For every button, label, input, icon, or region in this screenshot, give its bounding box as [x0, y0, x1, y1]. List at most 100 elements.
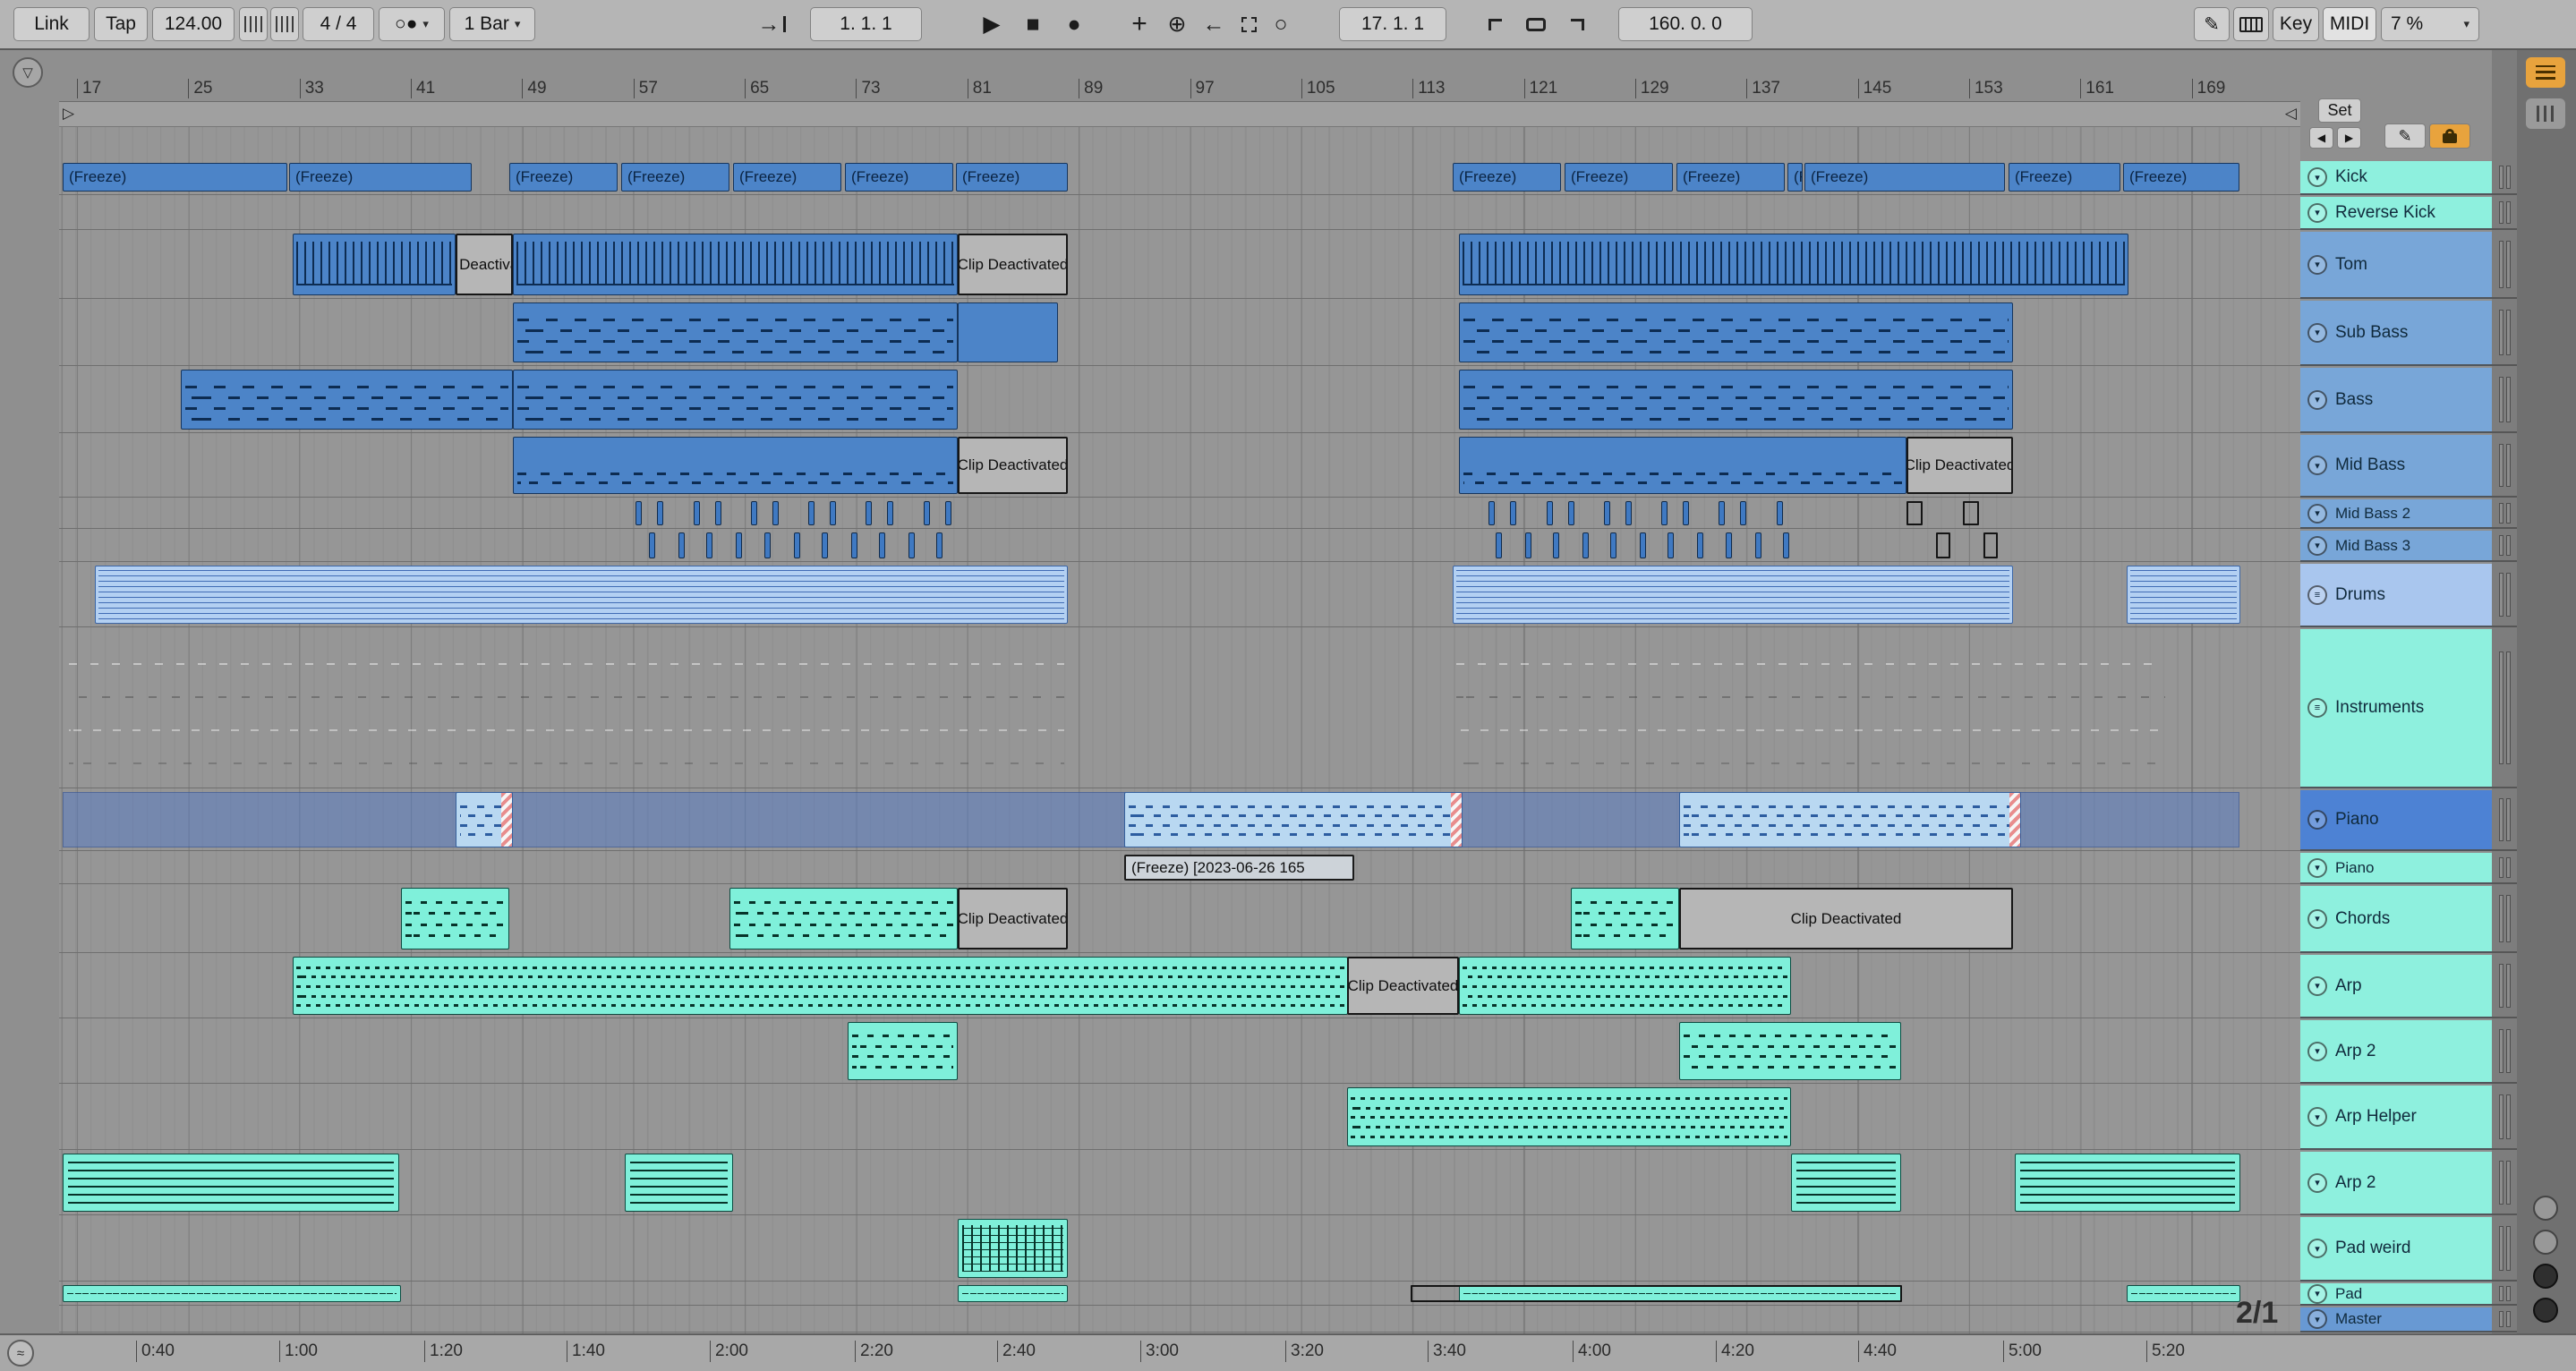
track-lane[interactable]: Clip Deactivated Clip Deactivated [59, 886, 2300, 953]
clip[interactable] [2015, 1154, 2240, 1212]
clip[interactable] [513, 437, 958, 494]
fold-track-icon[interactable]: ▾ [2307, 322, 2327, 343]
clip[interactable] [694, 501, 700, 525]
arrangement-position-field[interactable]: 1. 1. 1 [810, 7, 922, 41]
fold-track-icon[interactable]: ▾ [2307, 1172, 2327, 1193]
clip[interactable]: (Freeze) [63, 163, 287, 192]
clip[interactable] [1582, 532, 1589, 558]
clip[interactable] [635, 501, 642, 525]
scroll-left-icon[interactable]: ▷ [63, 105, 74, 123]
track-lane[interactable] [59, 564, 2300, 627]
track-header[interactable]: ▾ Mid Bass 2 [2300, 499, 2492, 529]
track-header[interactable]: ▾ Pad [2300, 1283, 2492, 1306]
punch-out-button[interactable] [1559, 7, 1595, 41]
clip[interactable]: (Freeze) [1453, 163, 1561, 192]
group-fold-icon[interactable]: ≡ [2307, 698, 2327, 718]
track-header[interactable]: ▾ Pad weird [2300, 1217, 2492, 1282]
clip[interactable] [63, 1285, 401, 1302]
clip[interactable]: Clip Deactivated [958, 234, 1068, 295]
loop-button[interactable] [1516, 7, 1556, 41]
clip[interactable] [513, 370, 958, 430]
clip[interactable] [1936, 532, 1950, 558]
toggle-button-4[interactable] [2533, 1298, 2558, 1323]
clip[interactable] [808, 501, 815, 525]
track-lane[interactable] [59, 368, 2300, 433]
clip[interactable] [1453, 631, 2169, 785]
clip[interactable] [851, 532, 857, 558]
toggle-button-3[interactable] [2533, 1264, 2558, 1289]
track-lane[interactable]: Clip Deactivated [59, 955, 2300, 1018]
track-lane[interactable] [59, 531, 2300, 562]
clip[interactable] [1983, 532, 1998, 558]
clip[interactable] [625, 1154, 733, 1212]
link-button[interactable]: Link [13, 7, 90, 41]
clip[interactable] [63, 1154, 399, 1212]
clip[interactable] [958, 1219, 1068, 1278]
clip[interactable] [1668, 532, 1674, 558]
warp-toggle-button[interactable]: ≈ [7, 1340, 34, 1367]
clip[interactable] [879, 532, 885, 558]
track-lane[interactable] [59, 1020, 2300, 1084]
computer-midi-keyboard-button[interactable] [2233, 7, 2269, 41]
clip[interactable]: (Freeze) [956, 163, 1068, 192]
clip[interactable] [830, 501, 836, 525]
clip[interactable] [1459, 234, 2128, 295]
clip[interactable] [1740, 501, 1746, 525]
fold-track-icon[interactable]: ▾ [2307, 1283, 2327, 1304]
track-lane[interactable]: Clip Deactivated Clip Deactivated [59, 232, 2300, 299]
nudge-down-button[interactable] [239, 7, 268, 41]
key-map-button[interactable]: Key [2273, 7, 2319, 41]
fold-track-icon[interactable]: ▾ [2307, 254, 2327, 275]
fold-track-icon[interactable]: ▾ [2307, 1107, 2327, 1127]
clip[interactable] [293, 234, 456, 295]
clip[interactable] [936, 532, 943, 558]
track-lane[interactable] [59, 1086, 2300, 1150]
midi-map-button[interactable]: MIDI [2323, 7, 2376, 41]
draw-mode-button[interactable]: ✎ [2194, 7, 2230, 41]
clip[interactable] [1124, 792, 1463, 847]
fold-track-icon[interactable]: ▾ [2307, 857, 2327, 878]
track-lane[interactable] [59, 790, 2300, 851]
clip[interactable]: (Freeze) [2123, 163, 2239, 192]
quantize-menu[interactable]: 1 Bar ▾ [449, 7, 535, 41]
clip[interactable] [729, 888, 958, 949]
metronome-button[interactable]: ○● ▾ [379, 7, 445, 41]
punch-in-button[interactable] [1477, 7, 1513, 41]
track-header[interactable]: ▾ Tom [2300, 232, 2492, 299]
clip[interactable] [1726, 532, 1732, 558]
clip[interactable] [715, 501, 721, 525]
track-lane[interactable] [59, 1307, 2300, 1333]
capture-midi-button[interactable]: ○ [1266, 7, 1296, 41]
clip[interactable] [1525, 532, 1531, 558]
play-button[interactable]: ▶ [976, 7, 1008, 41]
clip[interactable] [1610, 532, 1616, 558]
clip[interactable] [1791, 1154, 1901, 1212]
fold-track-icon[interactable]: ▾ [2307, 810, 2327, 830]
track-header[interactable]: ▾ Mid Bass 3 [2300, 531, 2492, 562]
clip[interactable]: (Freeze) [509, 163, 618, 192]
beat-time-ruler[interactable]: 17 25 33 41 49 57 65 73 81 89 97 105 113 121 129 137 145… [59, 75, 2300, 102]
track-lane[interactable] [59, 499, 2300, 529]
fold-track-icon[interactable]: ▾ [2307, 908, 2327, 929]
clip[interactable] [1679, 792, 2021, 847]
re-enable-automation-button[interactable] [1233, 7, 1264, 41]
overdub-button[interactable]: ⊕ [1160, 7, 1194, 41]
set-button[interactable]: Set [2318, 98, 2361, 123]
fold-track-icon[interactable]: ▾ [2307, 389, 2327, 410]
clip[interactable]: (Freeze) [733, 163, 841, 192]
clip[interactable] [1755, 532, 1761, 558]
clip[interactable] [1453, 566, 2013, 624]
clip[interactable]: Clip Deactivated [456, 234, 513, 295]
prev-button[interactable]: ◀ [2309, 127, 2333, 149]
clip[interactable] [1571, 888, 1679, 949]
clip[interactable]: (Freeze) [1676, 163, 1785, 192]
fold-track-icon[interactable]: ▾ [2307, 167, 2327, 187]
clip[interactable] [1547, 501, 1553, 525]
clip[interactable] [1496, 532, 1502, 558]
tap-tempo-button[interactable]: Tap [94, 7, 148, 41]
clip[interactable] [1459, 302, 2013, 362]
clip[interactable] [794, 532, 800, 558]
clip[interactable] [958, 1285, 1068, 1302]
clip[interactable] [1510, 501, 1516, 525]
fold-arrangement-button[interactable]: ▽ [13, 57, 43, 88]
